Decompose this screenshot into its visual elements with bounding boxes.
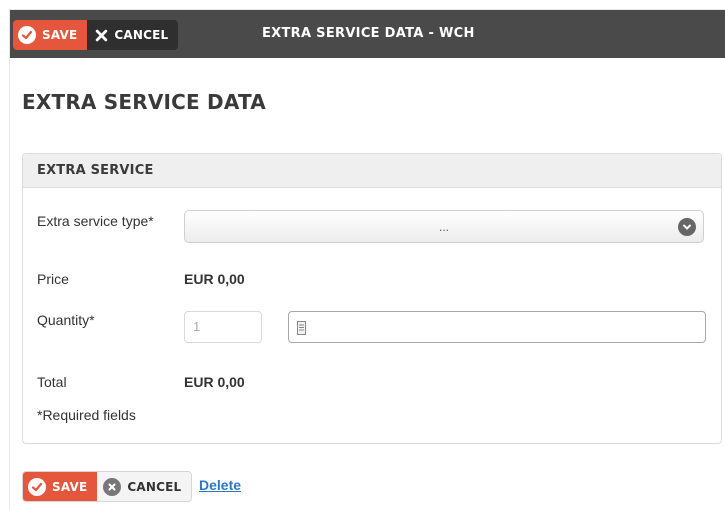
check-circle-icon [28,477,46,496]
required-fields-note: *Required fields [37,407,136,423]
save-button-label: SAVE [42,28,78,42]
top-toolbar: SAVE CANCEL EXTRA SERVICE DATA - WCH [10,10,725,58]
quantity-label: Quantity* [37,312,95,328]
window-title: EXTRA SERVICE DATA - WCH [262,26,475,41]
document-icon [297,321,306,340]
page-title: EXTRA SERVICE DATA [22,90,266,114]
top-button-group: SAVE CANCEL [13,20,179,50]
save-button-top[interactable]: SAVE [13,20,88,50]
delete-link[interactable]: Delete [199,477,241,493]
cancel-button-label: CANCEL [114,28,169,42]
panel-header: EXTRA SERVICE [23,154,721,188]
price-label: Price [37,271,69,287]
x-icon [95,29,108,42]
check-circle-icon [18,26,36,44]
quantity-unit-field[interactable] [288,311,706,343]
total-label: Total [37,374,67,390]
quantity-input[interactable]: 1 [184,311,262,343]
service-type-label: Extra service type* [37,213,154,229]
x-circle-icon [103,477,122,496]
save-button-label: SAVE [52,479,88,494]
total-value: EUR 0,00 [184,374,245,390]
cancel-button-bottom[interactable]: CANCEL [97,472,192,501]
price-value: EUR 0,00 [184,271,245,287]
bottom-button-group: SAVE CANCEL [22,471,193,502]
extra-service-panel: EXTRA SERVICE [22,153,722,444]
save-button-bottom[interactable]: SAVE [23,472,98,501]
service-type-select[interactable]: ... [184,210,704,243]
cancel-button-top[interactable]: CANCEL [87,20,179,50]
cancel-button-label: CANCEL [127,479,182,494]
service-type-value: ... [438,220,449,234]
chevron-down-icon [678,218,696,236]
